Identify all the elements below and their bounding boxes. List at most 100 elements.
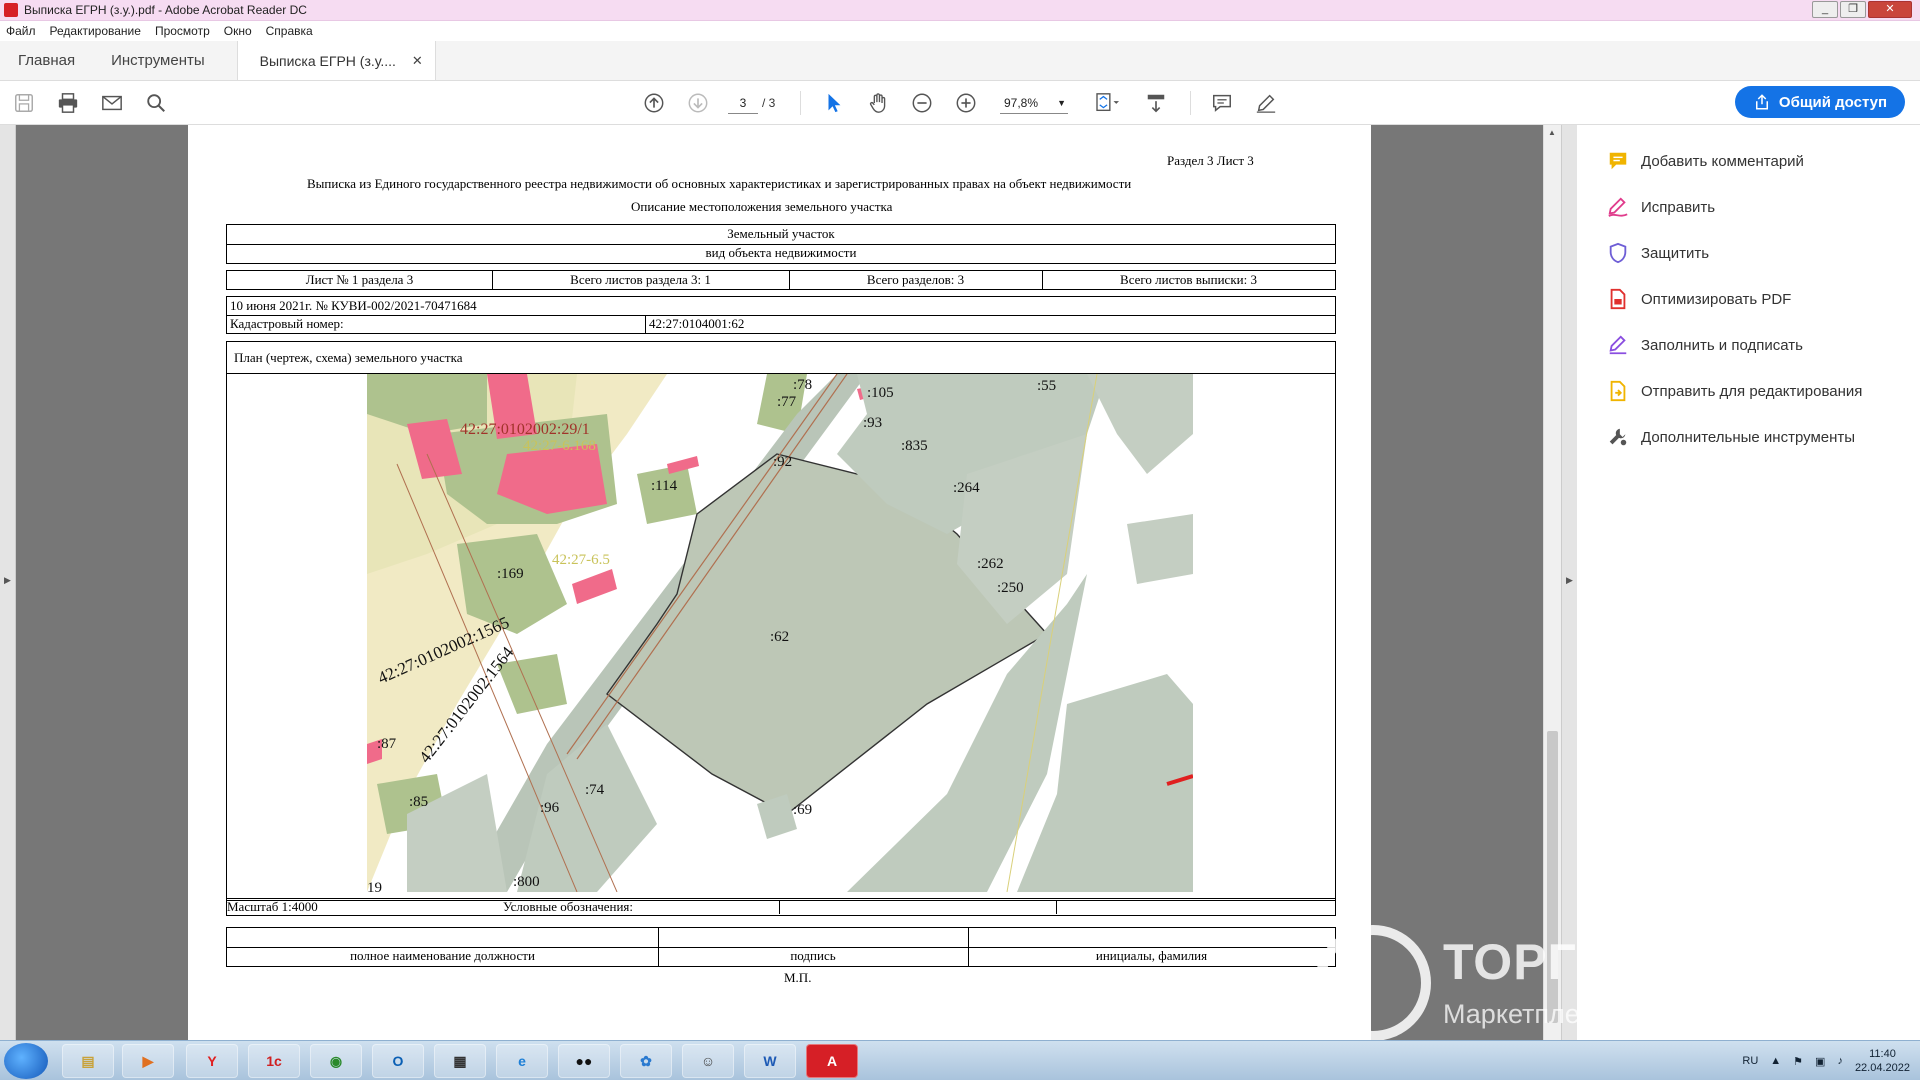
toolbar-divider [1190,91,1191,115]
maximize-button[interactable]: ❐ [1840,1,1866,18]
tab-close-icon[interactable]: ✕ [412,53,423,69]
1c-taskbar-icon[interactable]: 1c [248,1044,300,1078]
share-button[interactable]: Общий доступ [1735,86,1905,118]
tool-more[interactable]: Дополнительные инструменты [1607,426,1855,448]
tool-edit[interactable]: Исправить [1607,196,1715,218]
vertical-scrollbar[interactable]: ▲ [1543,125,1561,1040]
map-label: :250 [997,580,1024,596]
app-taskbar-icon[interactable]: ☺ [682,1044,734,1078]
page-fit-icon[interactable] [1092,92,1124,114]
legend-label: Условные обозначения: [503,899,634,914]
start-button[interactable] [4,1043,48,1079]
map-label: :92 [773,454,792,470]
send-review-icon [1607,380,1629,402]
select-cursor-icon[interactable] [822,92,846,114]
left-pane-toggle[interactable]: ▶ [0,125,16,1040]
tools-pane: Добавить комментарий Исправить Защитить … [1577,125,1920,1040]
outlook-taskbar-icon[interactable]: O [372,1044,424,1078]
email-icon[interactable] [100,92,124,114]
stamp-label: М.П. [784,970,812,985]
clock-date: 22.04.2022 [1854,1062,1910,1074]
menu-help[interactable]: Справка [266,24,313,38]
right-pane-toggle[interactable]: ▶ [1561,125,1577,1040]
map-label: :114 [651,478,678,494]
word-taskbar-icon[interactable]: W [744,1044,796,1078]
close-window-button[interactable]: ✕ [1868,1,1912,18]
yandex-taskbar-icon[interactable]: Y [186,1044,238,1078]
draw-pen-icon[interactable] [1254,92,1278,114]
hand-tool-icon[interactable] [866,92,890,114]
optimize-pdf-icon [1607,288,1629,310]
chevron-down-icon: ▼ [1057,98,1066,108]
sheet-info-cell: Всего разделов: 3 [866,272,965,287]
tool-add-comment[interactable]: Добавить комментарий [1607,150,1804,172]
acrobat-taskbar-icon[interactable]: A [806,1044,858,1078]
document-subheading: Описание местоположения земельного участ… [631,199,893,214]
tab-document[interactable]: Выписка ЕГРН (з.у.... ✕ [236,41,436,80]
map-label: :169 [497,566,524,582]
save-icon[interactable] [12,92,36,114]
main-toolbar: 3 / 3 97,8% ▼ Общий доступ [0,81,1920,125]
object-type-caption: вид объекта недвижимости [705,245,857,260]
print-icon[interactable] [56,92,80,114]
map-label: :74 [585,782,605,798]
table-divider [779,900,780,914]
window-controls: _ ❐ ✕ [1812,1,1912,18]
zoom-taskbar-icon[interactable]: ●● [558,1044,610,1078]
next-page-icon[interactable] [686,92,710,114]
tool-optimize-pdf[interactable]: Оптимизировать PDF [1607,288,1791,310]
scroll-up-icon[interactable]: ▲ [1548,128,1556,137]
scroll-mode-icon[interactable] [1144,92,1168,114]
object-type-table: Земельный участок вид объекта недвижимос… [226,224,1336,264]
page-total: / 3 [762,96,776,110]
signature-col-name: инициалы, фамилия [1095,948,1208,963]
prev-page-icon[interactable] [642,92,666,114]
network-icon[interactable]: ▣ [1815,1055,1825,1068]
comment-icon [1607,150,1629,172]
tool-protect[interactable]: Защитить [1607,242,1709,264]
map-label: :85 [409,794,428,810]
menu-file[interactable]: Файл [6,24,36,38]
share-icon [1755,94,1768,110]
table-divider [645,315,646,333]
flag-icon[interactable]: ⚑ [1793,1055,1803,1068]
tray-up-icon[interactable]: ▲ [1770,1055,1781,1067]
tab-bar: Главная Инструменты Выписка ЕГРН (з.у...… [0,41,1920,81]
tool-fill-sign[interactable]: Заполнить и подписать [1607,334,1803,356]
comment-icon[interactable] [1210,92,1234,114]
title-bar: Выписка ЕГРН (з.у.).pdf - Adobe Acrobat … [0,0,1920,21]
tool-label: Дополнительные инструменты [1641,428,1856,446]
acrobat-app-icon [4,3,18,17]
tool-send-review[interactable]: Отправить для редактирования [1607,380,1862,402]
zoom-level-select[interactable]: 97,8% ▼ [1000,92,1068,114]
sheet-info-cell: Всего листов выписки: 3 [1120,272,1257,287]
map-label: :62 [770,629,789,645]
scroll-thumb[interactable] [1547,731,1558,1023]
tab-tools[interactable]: Инструменты [93,41,223,80]
menu-edit[interactable]: Редактирование [50,24,141,38]
more-tools-icon [1607,426,1629,448]
messenger-taskbar-icon[interactable]: ✿ [620,1044,672,1078]
search-icon[interactable] [144,92,168,114]
media-taskbar-icon[interactable]: ▶ [122,1044,174,1078]
map-label: :69 [793,802,812,818]
zoom-in-icon[interactable] [954,92,978,114]
acrobat-window: Выписка ЕГРН (з.у.).pdf - Adobe Acrobat … [0,0,1920,1080]
zoom-out-icon[interactable] [910,92,934,114]
map-label: :93 [863,415,882,431]
calculator-taskbar-icon[interactable]: ▦ [434,1044,486,1078]
sheet-info-table: Лист № 1 раздела 3 Всего листов раздела … [226,270,1336,290]
page-number-input[interactable]: 3 [728,92,758,114]
explorer-taskbar-icon[interactable]: ▤ [62,1044,114,1078]
menu-view[interactable]: Просмотр [155,24,210,38]
chrome-taskbar-icon[interactable]: ◉ [310,1044,362,1078]
language-indicator[interactable]: RU [1742,1055,1758,1067]
map-scale: Масштаб 1:4000 [227,899,318,914]
volume-icon[interactable]: ♪ [1837,1055,1843,1067]
clock[interactable]: 11:40 22.04.2022 [1855,1047,1910,1075]
menu-window[interactable]: Окно [224,24,252,38]
minimize-button[interactable]: _ [1812,1,1838,18]
tab-home[interactable]: Главная [0,41,93,80]
ie-taskbar-icon[interactable]: e [496,1044,548,1078]
signature-col-position: полное наименование должности [350,948,535,963]
